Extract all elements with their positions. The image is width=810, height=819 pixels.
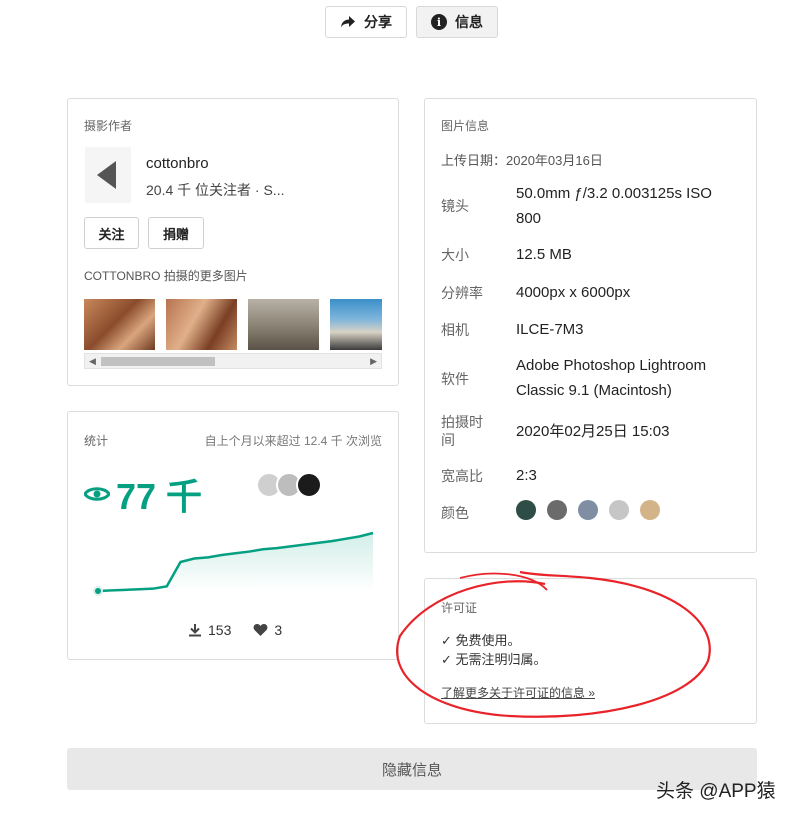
- stats-card: 统计 自上个月以来超过 12.4 千 次浏览 77 千 153 3: [67, 411, 399, 660]
- info-label: 大小: [441, 247, 469, 263]
- info-label: 软件: [441, 371, 469, 387]
- author-avatar[interactable]: [85, 147, 131, 203]
- share-button[interactable]: 分享: [325, 6, 407, 38]
- views-chart: [93, 531, 374, 596]
- photo-thumbnail[interactable]: [248, 299, 319, 350]
- info-label: 拍摄时间: [441, 414, 483, 448]
- download-icon: [189, 624, 201, 637]
- views-number: 77 千: [116, 476, 203, 517]
- photo-thumbnail[interactable]: [84, 299, 155, 350]
- color-swatch[interactable]: [609, 500, 629, 520]
- info-value: Adobe Photoshop Lightroom Classic 9.1 (M…: [516, 357, 707, 399]
- views-count: 77 千: [84, 468, 202, 520]
- license-section-title: 许可证: [441, 601, 478, 615]
- downloads-stat: 153: [188, 622, 231, 638]
- info-value: 50.0mm ƒ/3.2 0.003125s ISO 800: [516, 185, 712, 227]
- info-label: 宽高比: [441, 468, 483, 484]
- chart-start-point: [93, 586, 103, 596]
- heart-icon: [253, 624, 268, 636]
- follow-button[interactable]: 关注: [84, 217, 139, 249]
- scroll-thumb[interactable]: [101, 357, 215, 366]
- scroll-right-arrow-icon[interactable]: ▶: [370, 356, 377, 367]
- stats-counters: 153 3: [188, 622, 282, 638]
- scroll-left-arrow-icon[interactable]: ◀: [89, 356, 96, 367]
- likes-stat: 3: [253, 622, 282, 638]
- eye-icon: [84, 487, 110, 501]
- info-value: 4000px x 6000px: [516, 284, 631, 301]
- info-icon: i: [431, 14, 447, 30]
- color-swatch[interactable]: [640, 500, 660, 520]
- share-arrow-icon: [341, 16, 355, 28]
- avatar: [296, 472, 322, 498]
- info-value: 12.5 MB: [516, 246, 572, 263]
- author-followers: 20.4 千 位关注者 · S...: [146, 182, 285, 198]
- photo-thumbnail[interactable]: [166, 299, 237, 350]
- info-value: ILCE-7M3: [516, 321, 584, 338]
- viewer-avatars: [256, 472, 326, 502]
- info-label: 颜色: [441, 505, 469, 521]
- license-line-free: ✓ 免费使用。: [441, 633, 521, 648]
- color-swatch[interactable]: [547, 500, 567, 520]
- license-card: 许可证 ✓ 免费使用。 ✓ 无需注明归属。 了解更多关于许可证的信息 »: [424, 578, 757, 724]
- photo-thumbnail[interactable]: [330, 299, 382, 350]
- info-label: 分辨率: [441, 285, 483, 301]
- image-info-section-title: 图片信息: [441, 119, 490, 133]
- hide-info-button[interactable]: 隐藏信息: [67, 748, 757, 790]
- info-label: 信息: [455, 14, 483, 30]
- color-swatches: [516, 500, 716, 522]
- info-label: 相机: [441, 322, 469, 338]
- donate-button[interactable]: 捐赠: [148, 217, 204, 249]
- upload-date: 上传日期：2020年03月16日: [441, 153, 603, 168]
- info-button[interactable]: i 信息: [416, 6, 498, 38]
- likes-count: 3: [274, 622, 283, 638]
- author-card: 摄影作者 cottonbro 20.4 千 位关注者 · S... 关注 捐赠 …: [67, 98, 399, 386]
- info-value: 2020年02月25日 15:03: [516, 423, 670, 440]
- stats-subtitle: 自上个月以来超过 12.4 千 次浏览: [204, 434, 382, 448]
- color-swatch[interactable]: [578, 500, 598, 520]
- info-label: 镜头: [441, 198, 469, 214]
- more-photos-title: COTTONBRO 拍摄的更多图片: [84, 269, 248, 283]
- license-line-attribution: ✓ 无需注明归属。: [441, 652, 547, 667]
- image-info-card: 图片信息 上传日期：2020年03月16日 镜头 50.0mm ƒ/3.2 0.…: [424, 98, 757, 553]
- horizontal-scrollbar[interactable]: ◀ ▶: [84, 353, 382, 369]
- author-name[interactable]: cottonbro: [146, 155, 209, 172]
- watermark-text: 头条 @APP猿: [656, 781, 776, 802]
- downloads-count: 153: [208, 622, 232, 638]
- author-section-title: 摄影作者: [84, 119, 133, 133]
- share-label: 分享: [364, 14, 392, 30]
- license-learn-more-link[interactable]: 了解更多关于许可证的信息 »: [441, 684, 595, 701]
- color-swatch[interactable]: [516, 500, 536, 520]
- info-value: 2:3: [516, 467, 537, 484]
- stats-section-title: 统计: [84, 434, 109, 448]
